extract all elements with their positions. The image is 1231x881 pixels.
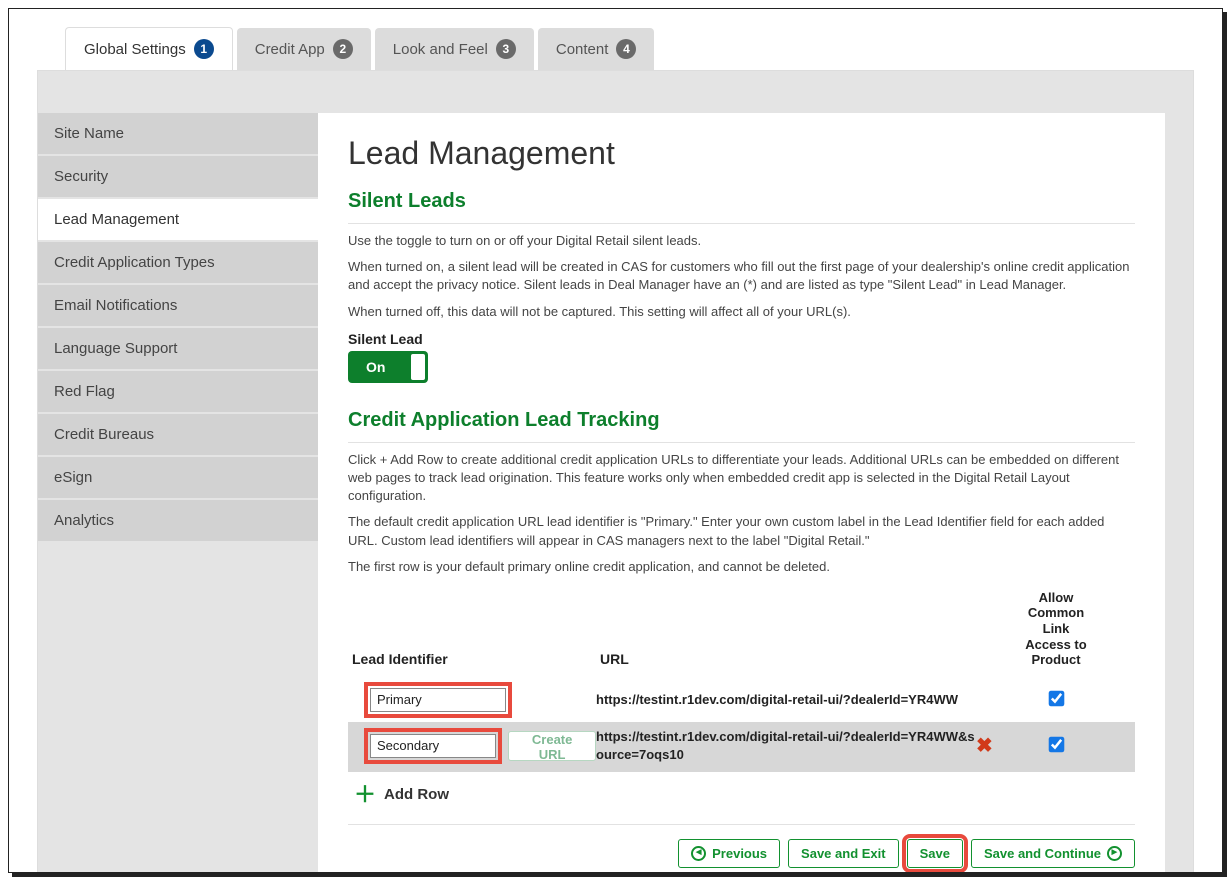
lead-table: Lead Identifier URL Allow Common Link Ac… bbox=[348, 590, 1135, 772]
button-label: Previous bbox=[712, 846, 767, 861]
lead-identifier-highlight bbox=[364, 682, 512, 718]
tracking-desc: The default credit application URL lead … bbox=[348, 513, 1135, 549]
sidebar-item-label: Lead Management bbox=[54, 211, 179, 228]
url-text: https://testint.r1dev.com/digital-retail… bbox=[596, 692, 958, 707]
allow-checkbox[interactable] bbox=[1048, 691, 1064, 707]
save-and-exit-button[interactable]: Save and Exit bbox=[788, 839, 899, 868]
sidebar-item-analytics[interactable]: Analytics bbox=[38, 500, 318, 541]
sidebar-item-label: Credit Application Types bbox=[54, 254, 215, 271]
content-panel: Site Name Security Lead Management Credi… bbox=[37, 70, 1194, 873]
col-header-delete bbox=[976, 668, 1016, 678]
delete-cell: ✖ bbox=[976, 733, 1016, 758]
app-frame: Global Settings 1 Credit App 2 Look and … bbox=[8, 8, 1223, 873]
sidebar-item-label: eSign bbox=[54, 469, 92, 486]
tab-label: Global Settings bbox=[84, 41, 186, 58]
silent-lead-toggle-label: Silent Lead bbox=[348, 331, 1135, 347]
silent-leads-desc: When turned off, this data will not be c… bbox=[348, 303, 1135, 321]
tracking-desc: Click + Add Row to create additional cre… bbox=[348, 451, 1135, 506]
table-row: Create URL https://testint.r1dev.com/dig… bbox=[348, 722, 1135, 772]
sidebar-item-lead-management[interactable]: Lead Management bbox=[38, 199, 318, 240]
tab-global-settings[interactable]: Global Settings 1 bbox=[65, 27, 233, 70]
button-label: Save bbox=[920, 846, 950, 861]
tab-badge: 3 bbox=[496, 39, 516, 59]
lead-identifier-cell: Create URL bbox=[348, 728, 596, 764]
button-label: Save and Exit bbox=[801, 846, 886, 861]
tracking-heading: Credit Application Lead Tracking bbox=[348, 409, 1135, 432]
sidebar-item-label: Language Support bbox=[54, 340, 177, 357]
tab-label: Content bbox=[556, 41, 609, 58]
sidebar: Site Name Security Lead Management Credi… bbox=[38, 71, 318, 873]
sidebar-item-credit-bureaus[interactable]: Credit Bureaus bbox=[38, 414, 318, 455]
tracking-desc: The first row is your default primary on… bbox=[348, 558, 1135, 576]
button-label: Save and Continue bbox=[984, 846, 1101, 861]
tab-content[interactable]: Content 4 bbox=[538, 28, 655, 70]
save-and-continue-button[interactable]: Save and Continue ► bbox=[971, 839, 1135, 868]
toggle-state-label: On bbox=[366, 359, 385, 375]
create-url-button[interactable]: Create URL bbox=[508, 731, 596, 761]
col-header-url: URL bbox=[596, 651, 976, 678]
sidebar-item-site-name[interactable]: Site Name bbox=[38, 113, 318, 154]
lead-identifier-input[interactable] bbox=[370, 734, 496, 758]
table-row: https://testint.r1dev.com/digital-retail… bbox=[348, 678, 1135, 722]
sidebar-item-label: Credit Bureaus bbox=[54, 426, 154, 443]
lead-identifier-cell bbox=[348, 682, 596, 718]
sidebar-item-credit-application-types[interactable]: Credit Application Types bbox=[38, 242, 318, 283]
add-row-label: Add Row bbox=[384, 786, 449, 803]
arrow-left-icon: ◄ bbox=[691, 846, 706, 861]
sidebar-item-label: Security bbox=[54, 168, 108, 185]
tab-badge: 4 bbox=[616, 39, 636, 59]
toggle-knob bbox=[411, 354, 425, 380]
table-header-row: Lead Identifier URL Allow Common Link Ac… bbox=[348, 590, 1135, 678]
plus-icon: ＋ bbox=[354, 784, 376, 806]
sidebar-item-label: Site Name bbox=[54, 125, 124, 142]
sidebar-item-security[interactable]: Security bbox=[38, 156, 318, 197]
col-header-lead-identifier: Lead Identifier bbox=[348, 651, 596, 678]
main-content: Lead Management Silent Leads Use the tog… bbox=[318, 113, 1165, 873]
sidebar-item-label: Red Flag bbox=[54, 383, 115, 400]
tab-label: Look and Feel bbox=[393, 41, 488, 58]
save-button[interactable]: Save bbox=[907, 839, 963, 868]
footer-buttons: ◄ Previous Save and Exit Save Save and C… bbox=[348, 839, 1135, 868]
lead-identifier-highlight bbox=[364, 728, 502, 764]
silent-leads-desc: When turned on, a silent lead will be cr… bbox=[348, 258, 1135, 294]
tab-credit-app[interactable]: Credit App 2 bbox=[237, 28, 371, 70]
url-text: https://testint.r1dev.com/digital-retail… bbox=[596, 729, 975, 762]
page-title: Lead Management bbox=[348, 135, 1135, 172]
sidebar-item-language-support[interactable]: Language Support bbox=[38, 328, 318, 369]
add-row-button[interactable]: ＋ Add Row bbox=[354, 784, 449, 806]
allow-cell bbox=[1016, 692, 1096, 708]
tab-label: Credit App bbox=[255, 41, 325, 58]
divider bbox=[348, 223, 1135, 224]
silent-lead-toggle[interactable]: On bbox=[348, 351, 428, 383]
sidebar-item-esign[interactable]: eSign bbox=[38, 457, 318, 498]
url-cell: https://testint.r1dev.com/digital-retail… bbox=[596, 728, 976, 763]
top-tabs: Global Settings 1 Credit App 2 Look and … bbox=[9, 9, 1222, 70]
allow-checkbox[interactable] bbox=[1048, 737, 1064, 753]
sidebar-item-email-notifications[interactable]: Email Notifications bbox=[38, 285, 318, 326]
sidebar-item-red-flag[interactable]: Red Flag bbox=[38, 371, 318, 412]
url-cell: https://testint.r1dev.com/digital-retail… bbox=[596, 691, 976, 709]
silent-leads-heading: Silent Leads bbox=[348, 190, 1135, 213]
previous-button[interactable]: ◄ Previous bbox=[678, 839, 780, 868]
col-header-allow: Allow Common Link Access to Product bbox=[1016, 590, 1096, 678]
sidebar-item-label: Analytics bbox=[54, 512, 114, 529]
divider bbox=[348, 824, 1135, 825]
tab-badge: 2 bbox=[333, 39, 353, 59]
divider bbox=[348, 442, 1135, 443]
tab-look-and-feel[interactable]: Look and Feel 3 bbox=[375, 28, 534, 70]
silent-leads-desc: Use the toggle to turn on or off your Di… bbox=[348, 232, 1135, 250]
arrow-right-icon: ► bbox=[1107, 846, 1122, 861]
lead-identifier-input[interactable] bbox=[370, 688, 506, 712]
delete-icon[interactable]: ✖ bbox=[976, 735, 993, 757]
tab-badge: 1 bbox=[194, 39, 214, 59]
sidebar-item-label: Email Notifications bbox=[54, 297, 177, 314]
allow-cell bbox=[1016, 738, 1096, 754]
